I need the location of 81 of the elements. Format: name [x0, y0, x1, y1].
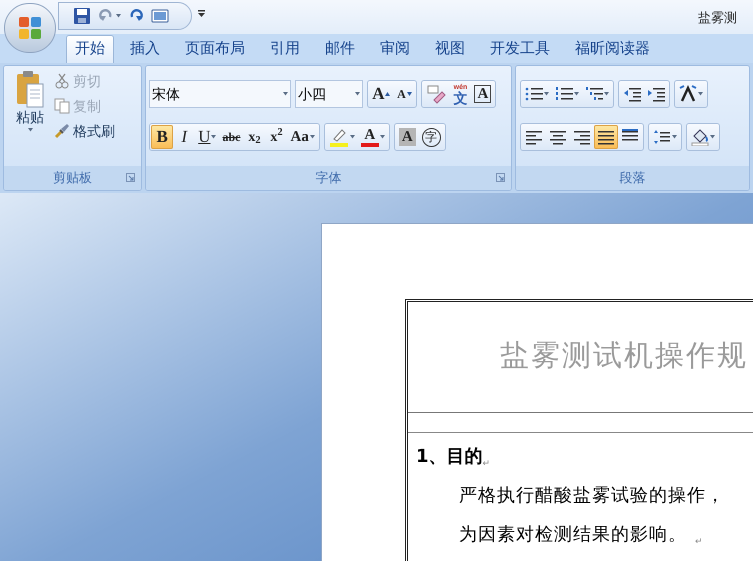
caret-icon [116, 14, 121, 18]
caret-icon [698, 92, 703, 96]
ribbon-tab[interactable]: 开发工具 [481, 35, 559, 63]
color-bar-icon [360, 142, 379, 146]
strikethrough-button[interactable]: abc [219, 125, 244, 149]
office-button[interactable] [4, 3, 56, 53]
align-right-icon [572, 128, 591, 146]
caret-icon [28, 128, 32, 132]
ribbon-tab[interactable]: 邮件 [316, 35, 364, 63]
multilevel-list-icon [584, 85, 603, 103]
dialog-launcher-button[interactable] [126, 173, 136, 182]
brush-icon [54, 123, 70, 139]
increase-indent-icon [646, 85, 665, 103]
caret-icon [283, 92, 288, 96]
align-left-icon [524, 128, 543, 146]
body-text-line: 严格执行醋酸盐雾试验的操作， [459, 484, 725, 507]
scissors-icon [54, 73, 70, 89]
subscript-button[interactable]: x$_{2}$ [243, 125, 266, 149]
bold-button[interactable]: B [151, 125, 174, 149]
font-name-field[interactable]: 宋体 [149, 80, 292, 108]
paragraph-mark: ↵ [695, 534, 703, 548]
customize-toolbar-button[interactable] [198, 9, 205, 18]
office-logo-icon [18, 16, 42, 40]
copy-icon [54, 98, 70, 114]
change-case-button[interactable]: Aa [287, 125, 318, 149]
clipboard-icon [15, 70, 45, 108]
save-button[interactable] [73, 7, 91, 25]
window-title: 盐雾测 [698, 9, 737, 27]
eraser-icon [426, 84, 446, 104]
dialog-launcher-button[interactable] [496, 173, 505, 182]
print-preview-button[interactable] [151, 7, 169, 25]
italic-button[interactable]: I [173, 125, 196, 149]
group-label: 剪贴板 [53, 169, 92, 188]
paragraph-mark: ↵ [482, 456, 491, 470]
group-label: 字体 [315, 169, 342, 188]
font-size-field[interactable]: 小四 [295, 80, 364, 108]
group-label: 段落 [619, 169, 646, 188]
document-title: 盐雾测试机操作规 [500, 339, 748, 374]
body-text-line: 为因素对检测结果的影响。 [459, 523, 687, 546]
caret-icon [574, 92, 579, 96]
paste-button[interactable]: 粘贴 [10, 70, 50, 166]
text-direction-icon [678, 85, 697, 103]
ribbon-tab[interactable]: 视图 [426, 35, 474, 63]
launcher-icon [496, 173, 505, 182]
justify-button[interactable] [594, 125, 618, 149]
paint-bucket-icon [690, 128, 709, 146]
ribbon-tab[interactable]: 插入 [121, 35, 169, 63]
save-icon [73, 7, 91, 25]
ribbon-tab[interactable]: 福昕阅读器 [566, 35, 659, 63]
ribbon-tab[interactable]: 引用 [261, 35, 309, 63]
highlighter-icon [328, 127, 349, 147]
ribbon-tab[interactable]: 审阅 [371, 35, 419, 63]
underline-button[interactable]: U [195, 125, 220, 149]
print-preview-icon [151, 7, 169, 25]
caret-icon [211, 135, 216, 139]
launcher-icon [126, 173, 136, 182]
down-caret-icon [406, 92, 412, 96]
bullet-list-icon [524, 85, 543, 103]
caret-icon [355, 92, 360, 96]
ribbon-tab[interactable]: 开始 [66, 35, 114, 63]
shrink-font-button[interactable]: A [393, 82, 416, 106]
align-center-icon [548, 128, 567, 146]
caret-icon [310, 135, 315, 139]
caret-icon [672, 135, 677, 139]
justify-icon [596, 128, 615, 146]
font-color-button[interactable]: A [358, 125, 388, 149]
grow-font-button[interactable]: A [369, 82, 394, 106]
clipboard-format-painter-button[interactable]: 格式刷 [54, 120, 115, 142]
decrease-indent-icon [622, 85, 641, 103]
line-spacing-icon [652, 128, 671, 146]
up-caret-icon [385, 92, 390, 96]
caret-icon [544, 92, 549, 96]
caret-icon [604, 92, 609, 96]
caret-icon [350, 135, 355, 139]
menu-caret-icon [198, 9, 205, 18]
ribbon-tab[interactable]: 页面布局 [176, 35, 254, 63]
caret-icon [710, 135, 715, 139]
caret-icon [380, 135, 385, 139]
section-heading: 1、目的 [416, 445, 483, 469]
numbered-list-icon [554, 85, 573, 103]
superscript-button[interactable]: x$^{2}$ [265, 125, 288, 149]
